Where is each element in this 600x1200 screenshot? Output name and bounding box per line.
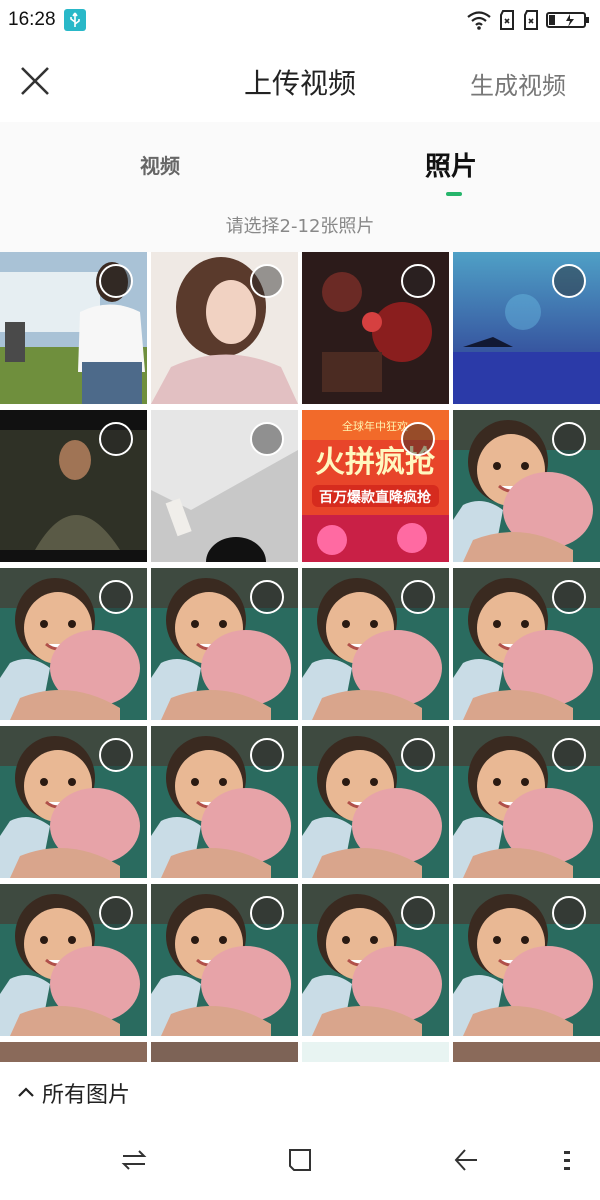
no-sim-icon (524, 10, 538, 30)
select-circle[interactable] (99, 738, 133, 772)
photo-baby[interactable] (151, 884, 298, 1036)
battery-charging-icon (546, 12, 589, 28)
tabs-area: 视频 照片 请选择2-12张照片 (0, 122, 600, 252)
photo-baby[interactable] (302, 726, 449, 878)
status-time: 16:28 (8, 9, 56, 30)
select-circle[interactable] (401, 422, 435, 456)
top-bar: 上传视频 生成视频 (0, 40, 600, 122)
select-circle[interactable] (552, 264, 586, 298)
photo-baby[interactable] (453, 884, 600, 1036)
select-circle[interactable] (401, 264, 435, 298)
album-bar: 所有图片 (0, 1062, 600, 1122)
tab-indicator (446, 192, 462, 196)
promo-text-top: 全球年中狂欢 (342, 419, 408, 433)
select-circle[interactable] (401, 580, 435, 614)
select-circle[interactable] (401, 738, 435, 772)
photo-baby[interactable] (0, 568, 147, 720)
select-circle[interactable] (250, 580, 284, 614)
select-circle[interactable] (250, 264, 284, 298)
select-circle[interactable] (552, 896, 586, 930)
photo-baby[interactable] (0, 726, 147, 878)
photo-partial[interactable] (151, 1042, 298, 1062)
photo-baby[interactable] (302, 884, 449, 1036)
tab-video[interactable]: 视频 (140, 150, 180, 179)
navigation-bar (0, 1122, 600, 1200)
select-circle[interactable] (552, 422, 586, 456)
photo-baby[interactable] (302, 568, 449, 720)
wifi-icon (467, 11, 491, 30)
select-circle[interactable] (250, 738, 284, 772)
switch-apps-icon[interactable] (120, 1146, 148, 1174)
album-selector[interactable]: 所有图片 (16, 1077, 130, 1109)
select-circle[interactable] (401, 896, 435, 930)
photo-baby[interactable] (453, 410, 600, 562)
select-circle[interactable] (552, 580, 586, 614)
select-circle[interactable] (99, 580, 133, 614)
photo-baby[interactable] (151, 726, 298, 878)
select-circle[interactable] (99, 896, 133, 930)
select-circle[interactable] (552, 738, 586, 772)
photo-baby[interactable] (151, 568, 298, 720)
photo-gray-ceiling[interactable] (151, 410, 298, 562)
photo-partial[interactable] (302, 1042, 449, 1062)
photo-red-scene[interactable] (302, 252, 449, 404)
photo-partial[interactable] (453, 1042, 600, 1062)
photo-man-portrait[interactable] (0, 410, 147, 562)
promo-text-sub: 百万爆款直降疯抢 (319, 489, 432, 506)
photo-woman-profile[interactable] (151, 252, 298, 404)
photo-baby[interactable] (453, 726, 600, 878)
photo-partial[interactable] (0, 1042, 147, 1062)
select-circle[interactable] (99, 422, 133, 456)
album-label: 所有图片 (42, 1083, 131, 1108)
status-bar: 16:28 (0, 0, 600, 40)
usb-icon (64, 9, 86, 31)
select-circle[interactable] (250, 896, 284, 930)
menu-icon[interactable] (558, 1146, 576, 1174)
chevron-up-icon (18, 1087, 34, 1097)
photo-woman-white-shirt[interactable] (0, 252, 147, 404)
generate-video-button[interactable]: 生成视频 (470, 66, 566, 101)
photo-blue-night-sky[interactable] (453, 252, 600, 404)
select-circle[interactable] (99, 264, 133, 298)
selection-hint: 请选择2-12张照片 (225, 216, 375, 237)
no-sim-icon (500, 10, 514, 30)
select-circle[interactable] (250, 422, 284, 456)
back-icon[interactable] (452, 1146, 480, 1174)
photo-baby[interactable] (0, 884, 147, 1036)
photo-baby[interactable] (453, 568, 600, 720)
photo-promo-banner[interactable]: 全球年中狂欢 火拼疯抢 百万爆款直降疯抢 (302, 410, 449, 562)
home-icon[interactable] (286, 1146, 314, 1174)
tab-photo[interactable]: 照片 (425, 146, 477, 183)
photo-grid: 全球年中狂欢 火拼疯抢 百万爆款直降疯抢 (0, 252, 600, 1062)
